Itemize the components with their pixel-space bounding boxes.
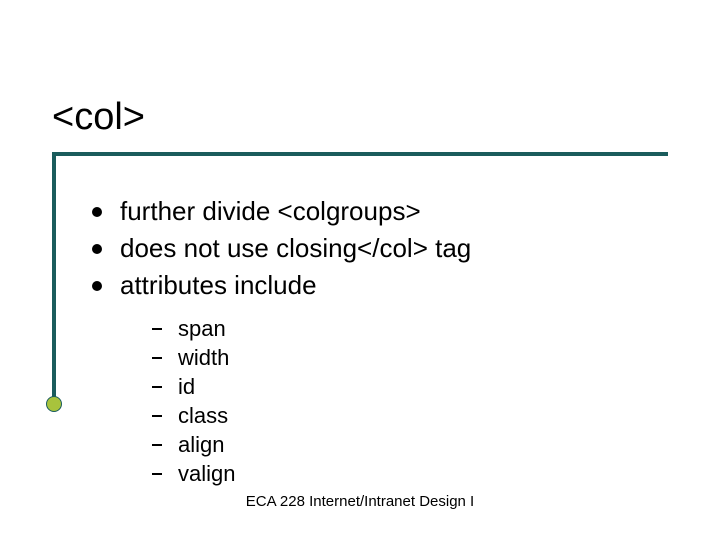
list-item: valign — [152, 461, 235, 487]
title-underline — [52, 152, 668, 156]
sub-bullet-list: span width id class align valign — [152, 316, 235, 490]
list-item-text: does not use closing</col> tag — [120, 233, 471, 264]
list-item-text: align — [178, 432, 224, 458]
vertical-accent-bar — [52, 152, 56, 404]
list-item: attributes include — [92, 270, 471, 301]
bullet-icon — [92, 281, 102, 291]
slide-title: <col> — [52, 96, 145, 139]
list-item-text: further divide <colgroups> — [120, 196, 421, 227]
list-item: class — [152, 403, 235, 429]
list-item-text: span — [178, 316, 226, 342]
list-item-text: attributes include — [120, 270, 317, 301]
list-item-text: id — [178, 374, 195, 400]
slide-footer: ECA 228 Internet/Intranet Design I — [0, 493, 720, 510]
accent-dot-icon — [46, 396, 62, 412]
list-item: align — [152, 432, 235, 458]
list-item-text: width — [178, 345, 229, 371]
dash-icon — [152, 357, 162, 359]
dash-icon — [152, 386, 162, 388]
dash-icon — [152, 415, 162, 417]
list-item: id — [152, 374, 235, 400]
list-item-text: valign — [178, 461, 235, 487]
dash-icon — [152, 328, 162, 330]
list-item: further divide <colgroups> — [92, 196, 471, 227]
main-bullet-list: further divide <colgroups> does not use … — [92, 196, 471, 307]
bullet-icon — [92, 244, 102, 254]
list-item: does not use closing</col> tag — [92, 233, 471, 264]
bullet-icon — [92, 207, 102, 217]
slide: <col> further divide <colgroups> does no… — [0, 0, 720, 540]
dash-icon — [152, 473, 162, 475]
list-item: span — [152, 316, 235, 342]
dash-icon — [152, 444, 162, 446]
list-item: width — [152, 345, 235, 371]
list-item-text: class — [178, 403, 228, 429]
